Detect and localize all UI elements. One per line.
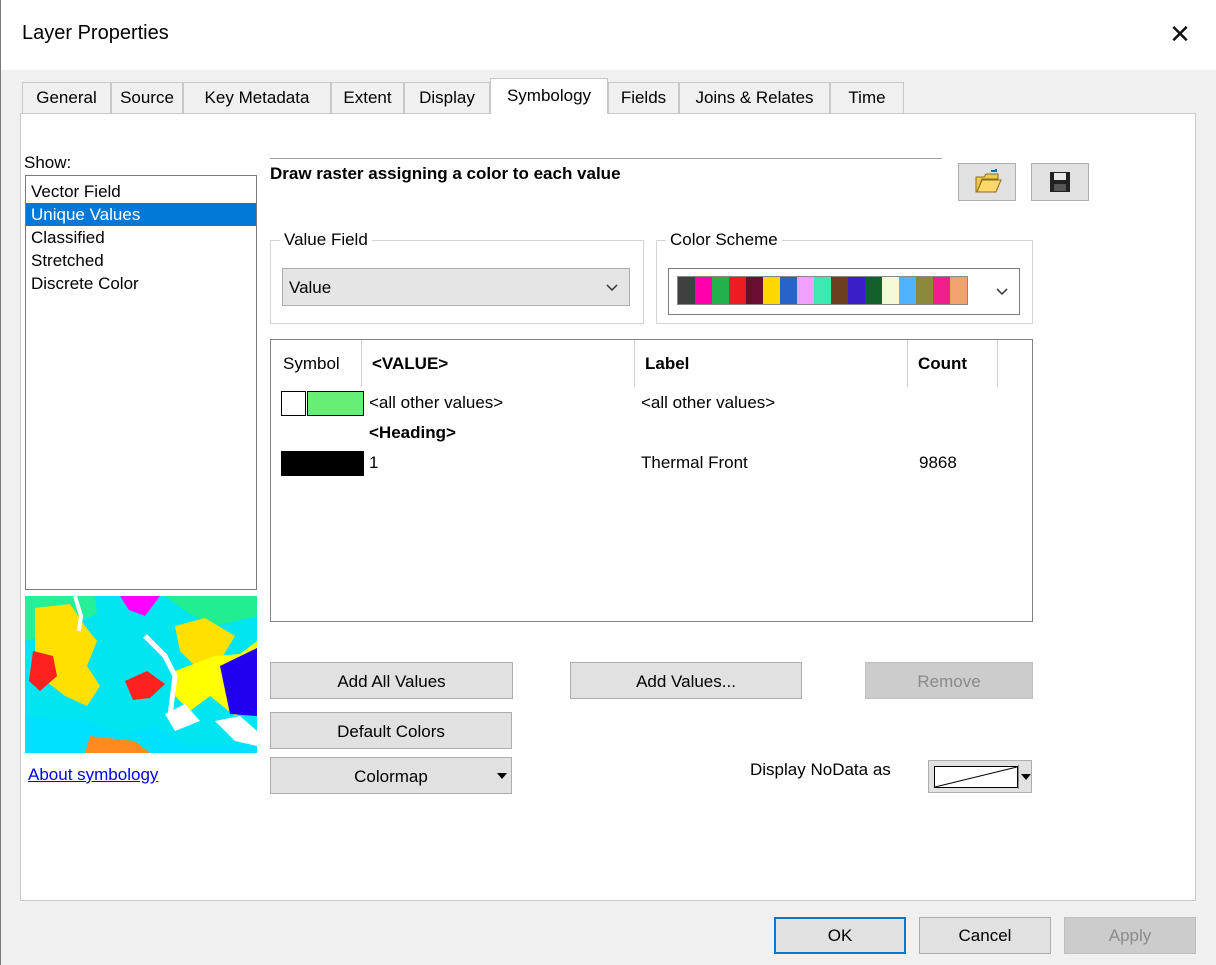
color-scheme-dropdown[interactable] (668, 268, 1020, 315)
color-swatch-7 (797, 277, 814, 304)
tab-general[interactable]: General (22, 82, 111, 114)
remove-button[interactable]: Remove (865, 662, 1033, 699)
show-item-unique-values[interactable]: Unique Values (26, 203, 256, 226)
add-values-button[interactable]: Add Values... (570, 662, 802, 699)
row-value: 1 (369, 453, 379, 472)
save-disk-icon (1050, 172, 1070, 192)
show-label: Show: (24, 153, 72, 172)
tab-key-metadata[interactable]: Key Metadata (183, 82, 331, 114)
show-item-classified[interactable]: Classified (26, 226, 256, 249)
default-colors-button[interactable]: Default Colors (270, 712, 512, 749)
tab-display[interactable]: Display (404, 82, 490, 114)
tab-joins-relates[interactable]: Joins & Relates (679, 82, 830, 114)
color-swatch-13 (899, 277, 916, 304)
apply-button[interactable]: Apply (1064, 917, 1196, 954)
window-title: Layer Properties (22, 22, 169, 44)
color-swatch-9 (831, 277, 848, 304)
color-swatch-4 (746, 277, 763, 304)
title-bar: Layer Properties ✕ (0, 0, 1216, 70)
color-swatch-3 (729, 277, 746, 304)
color-swatch-12 (882, 277, 899, 304)
cancel-button[interactable]: Cancel (919, 917, 1051, 954)
row-symbol[interactable] (281, 451, 364, 476)
show-item-stretched[interactable]: Stretched (26, 249, 256, 272)
color-swatch-15 (933, 277, 950, 304)
save-layer-file-button[interactable] (1031, 163, 1089, 201)
chevron-down-icon (996, 288, 1008, 296)
row-label: Thermal Front (641, 453, 748, 472)
color-swatch-1 (695, 277, 712, 304)
symbol-table[interactable]: Symbol <VALUE> Label Count <all other va… (270, 339, 1033, 622)
symbology-preview-image (25, 595, 257, 753)
colormap-label: Colormap (354, 767, 428, 786)
other-values-symbol[interactable] (307, 391, 364, 416)
show-item-discrete-color[interactable]: Discrete Color (26, 272, 256, 295)
color-swatch-10 (848, 277, 865, 304)
value-field-value: Value (289, 278, 332, 297)
color-swatch-2 (712, 277, 729, 304)
layer-properties-dialog: Layer Properties ✕ General Source Key Me… (0, 0, 1216, 965)
column-header-symbol[interactable]: Symbol (271, 340, 362, 387)
tab-source[interactable]: Source (111, 82, 183, 114)
row-count: 9868 (919, 453, 957, 472)
color-swatch-14 (916, 277, 933, 304)
column-header-count[interactable]: Count (908, 340, 998, 387)
window-border (0, 0, 1, 965)
nodata-symbol-icon (934, 766, 1018, 788)
nodata-color-picker[interactable] (928, 760, 1032, 793)
color-ramp (677, 276, 968, 305)
color-swatch-11 (865, 277, 882, 304)
column-header-value[interactable]: <VALUE> (362, 340, 635, 387)
column-header-label[interactable]: Label (635, 340, 908, 387)
value-field-label: Value Field (280, 230, 372, 250)
renderer-heading: Draw raster assigning a color to each va… (270, 158, 942, 184)
other-values-label: <all other values> (641, 393, 776, 412)
color-swatch-8 (814, 277, 831, 304)
chevron-down-icon (606, 284, 618, 292)
heading-row[interactable]: <Heading> (369, 423, 456, 443)
about-symbology-link[interactable]: About symbology (28, 765, 158, 785)
other-values-checkbox[interactable] (281, 391, 306, 416)
separator (1018, 765, 1019, 789)
other-values-value: <all other values> (369, 393, 504, 412)
colormap-button[interactable]: Colormap (270, 757, 512, 794)
color-scheme-label: Color Scheme (666, 230, 782, 250)
dropdown-arrow-icon (497, 773, 507, 779)
show-item-vector-field[interactable]: Vector Field (26, 180, 256, 203)
open-layer-file-button[interactable] (958, 163, 1016, 201)
color-swatch-0 (678, 277, 695, 304)
close-icon[interactable]: ✕ (1158, 12, 1202, 56)
nodata-label: Display NoData as (750, 760, 891, 779)
open-folder-icon (975, 169, 1002, 193)
add-all-values-button[interactable]: Add All Values (270, 662, 513, 699)
tab-extent[interactable]: Extent (331, 82, 404, 114)
tab-symbology[interactable]: Symbology (490, 78, 608, 114)
color-swatch-6 (780, 277, 797, 304)
tab-fields[interactable]: Fields (608, 82, 679, 114)
value-field-dropdown[interactable]: Value (282, 268, 630, 306)
tab-time[interactable]: Time (830, 82, 904, 114)
color-swatch-16 (950, 277, 967, 304)
show-list[interactable]: Vector Field Unique Values Classified St… (25, 175, 257, 590)
color-swatch-5 (763, 277, 780, 304)
dropdown-arrow-icon (1021, 774, 1031, 780)
ok-button[interactable]: OK (774, 917, 906, 954)
